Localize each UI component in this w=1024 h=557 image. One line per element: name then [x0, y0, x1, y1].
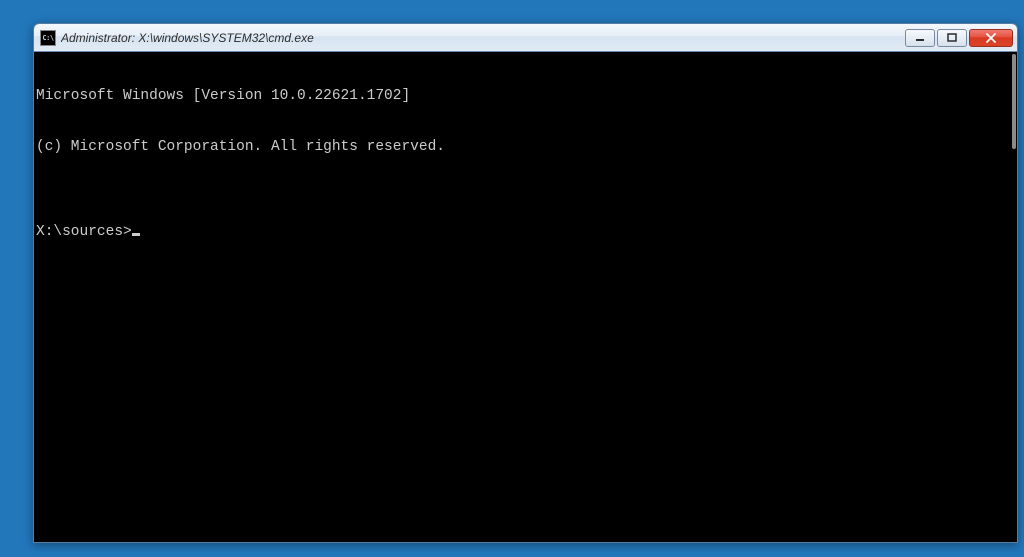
terminal-output[interactable]: Microsoft Windows [Version 10.0.22621.17… [34, 52, 1011, 542]
close-button[interactable] [969, 29, 1013, 47]
terminal-area[interactable]: Microsoft Windows [Version 10.0.22621.17… [34, 52, 1017, 542]
cmd-icon-text: C:\ [42, 34, 53, 42]
titlebar[interactable]: C:\ Administrator: X:\windows\SYSTEM32\c… [34, 24, 1017, 52]
minimize-icon [915, 33, 925, 43]
close-icon [985, 33, 997, 43]
scrollbar-thumb[interactable] [1012, 54, 1016, 149]
minimize-button[interactable] [905, 29, 935, 47]
window-title: Administrator: X:\windows\SYSTEM32\cmd.e… [61, 31, 905, 45]
scrollbar[interactable] [1011, 52, 1017, 542]
cmd-window: C:\ Administrator: X:\windows\SYSTEM32\c… [33, 23, 1018, 543]
output-line: Microsoft Windows [Version 10.0.22621.17… [36, 88, 1009, 105]
maximize-button[interactable] [937, 29, 967, 47]
maximize-icon [947, 33, 957, 43]
window-controls [905, 29, 1013, 47]
cmd-icon: C:\ [40, 30, 56, 46]
prompt-text: X:\sources> [36, 224, 132, 240]
prompt-line: X:\sources> [36, 224, 1009, 241]
output-line: (c) Microsoft Corporation. All rights re… [36, 139, 1009, 156]
cursor [132, 233, 140, 236]
